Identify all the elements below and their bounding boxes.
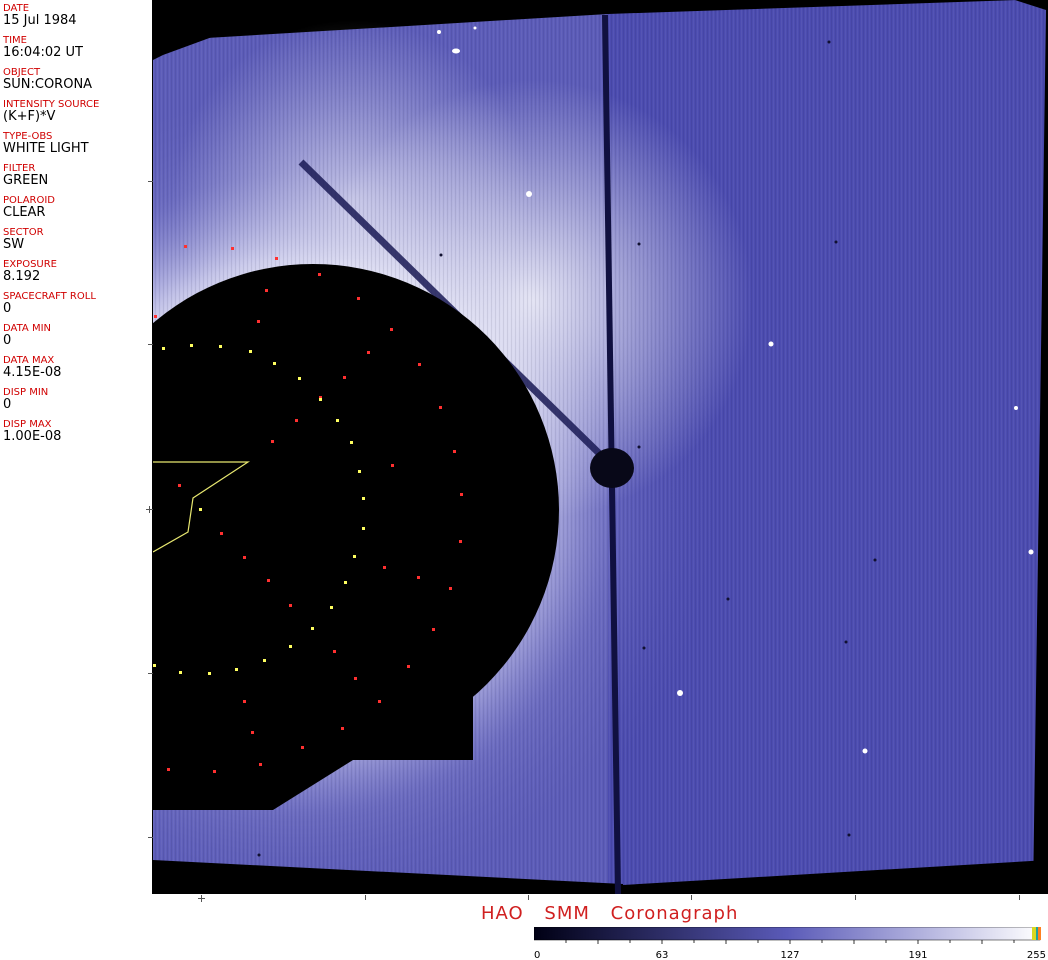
corona-image [153,0,1048,894]
spacecraft-roll-value: 0 [3,301,12,316]
time-value: 16:04:02 UT [3,45,83,60]
spacecraft-roll-label: SPACECRAFT ROLL [3,291,96,302]
occulter-bump [397,656,457,716]
object-value: SUN:CORONA [3,77,93,92]
polaroid-value: CLEAR [3,205,46,220]
colorbar: 0 63 127 191 255 [534,927,1046,960]
left-tick [149,506,150,513]
date-field: DATE 15 Jul 1984 [3,3,77,28]
colorbar-tick-label: 127 [780,950,799,960]
bottom-tick [1019,895,1020,900]
sector-field: SECTOR SW [3,227,44,252]
object-field: OBJECT SUN:CORONA [3,67,92,92]
intensity-source-field: INTENSITY SOURCE (K+F)*V [3,99,99,124]
type-obs-value: WHITE LIGHT [3,141,89,156]
left-tick [148,181,153,182]
left-tick [148,344,153,345]
colorbar-tick-label: 0 [534,950,540,960]
exposure-field: EXPOSURE 8.192 [3,259,57,284]
sector-value: SW [3,237,25,252]
spacecraft-roll-field: SPACECRAFT ROLL 0 [3,291,96,316]
instrument-title: HAO SMM Coronagraph [481,903,739,924]
bottom-tick [691,895,692,900]
disp-min-field: DISP MIN 0 [3,387,48,412]
disp-min-value: 0 [3,397,12,412]
left-tick [148,673,153,674]
colorbar-end-orange [1038,927,1041,940]
bottom-tick [365,895,366,900]
intensity-source-value: (K+F)*V [3,109,56,124]
bottom-tick [528,895,529,900]
pylon-hub [590,448,634,488]
colorbar-end-teal [1036,927,1038,940]
colorbar-tick-label: 63 [656,950,669,960]
time-field: TIME 16:04:02 UT [3,35,83,60]
date-value: 15 Jul 1984 [3,13,77,28]
colorbar-gradient [534,927,1041,941]
bottom-tick [855,895,856,900]
colorbar-ticks [565,940,1015,944]
data-min-field: DATA MIN 0 [3,323,51,348]
colorbar-end-yellow [1032,927,1036,940]
exposure-value: 8.192 [3,269,41,284]
disp-max-field: DISP MAX 1.00E-08 [3,419,61,444]
data-max-value: 4.15E-08 [3,365,62,380]
polaroid-field: POLAROID CLEAR [3,195,55,220]
filter-field: FILTER GREEN [3,163,48,188]
disp-max-value: 1.00E-08 [3,429,62,444]
streak-texture-right [608,0,1048,894]
type-obs-field: TYPE-OBS WHITE LIGHT [3,131,89,156]
left-tick [148,837,153,838]
data-max-field: DATA MAX 4.15E-08 [3,355,61,380]
filter-value: GREEN [3,173,49,188]
data-min-value: 0 [3,333,12,348]
colorbar-tick-label: 255 [1027,950,1046,960]
bottom-tick [201,895,202,902]
colorbar-tick-label: 191 [908,950,927,960]
header-info-panel: DATE 15 Jul 1984 TIME 16:04:02 UT OBJECT… [0,0,153,894]
